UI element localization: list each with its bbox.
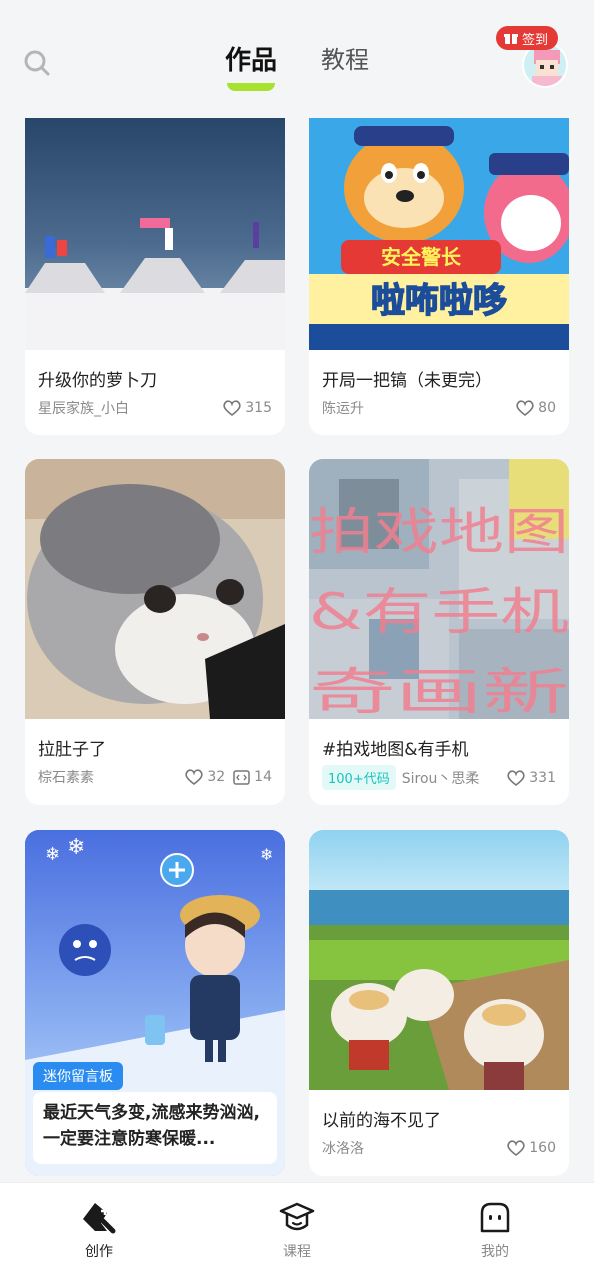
like-count[interactable]: 160 bbox=[507, 1140, 556, 1156]
author-name[interactable]: 星辰家族_小白 bbox=[38, 398, 129, 418]
banner-text: 最近天气多变,流感来势汹汹,一定要注意防寒保暖... bbox=[33, 1092, 277, 1164]
work-thumbnail bbox=[25, 459, 285, 719]
svg-text:❄: ❄ bbox=[260, 845, 273, 864]
tab-tutorials[interactable]: 教程 bbox=[319, 40, 371, 77]
like-count-value: 160 bbox=[529, 1140, 556, 1156]
heart-icon bbox=[185, 769, 204, 785]
like-count-value: 315 bbox=[245, 400, 272, 416]
like-count-value: 331 bbox=[529, 769, 556, 786]
code-count-value: 14 bbox=[254, 769, 272, 785]
sign-top-text: 安全警长 bbox=[381, 245, 462, 269]
work-thumbnail bbox=[25, 118, 285, 350]
work-title: 开局一把镐（未更完） bbox=[322, 371, 492, 391]
like-count[interactable]: 80 bbox=[516, 400, 556, 416]
heart-icon bbox=[507, 769, 525, 786]
work-meta: 星辰家族_小白 315 bbox=[38, 398, 272, 418]
svg-text:❄: ❄ bbox=[67, 835, 85, 860]
active-tab-indicator bbox=[226, 83, 275, 91]
code-icon bbox=[233, 769, 250, 785]
author-name[interactable]: 冰洛洛 bbox=[322, 1138, 364, 1158]
profile-icon bbox=[480, 1202, 510, 1233]
work-card[interactable]: 以前的海不见了 冰洛洛 160 bbox=[309, 830, 569, 1176]
author-name[interactable]: 陈运升 bbox=[322, 398, 364, 418]
work-meta: 100+代码 Sirou丶思柔 331 bbox=[322, 765, 556, 790]
heart-icon bbox=[516, 400, 534, 416]
work-card[interactable]: 升级你的萝卜刀 星辰家族_小白 315 bbox=[25, 118, 285, 435]
work-meta: 冰洛洛 160 bbox=[322, 1138, 556, 1158]
checkin-button[interactable]: 签到 bbox=[496, 26, 559, 50]
like-count[interactable]: 315 bbox=[223, 400, 272, 416]
author-name[interactable]: 棕石素素 bbox=[38, 767, 94, 787]
svg-text:❄: ❄ bbox=[45, 844, 60, 865]
like-count[interactable]: 331 bbox=[507, 770, 556, 786]
tab-tutorials-label: 教程 bbox=[321, 46, 369, 74]
code-count: 14 bbox=[233, 769, 272, 785]
work-meta: 棕石素素 32 14 bbox=[38, 767, 272, 787]
overlay-text-line1: 拍戏地图 bbox=[309, 503, 569, 561]
bottom-navigation: 创作 课程 我的 bbox=[0, 1182, 594, 1280]
heart-icon bbox=[223, 400, 241, 416]
like-count[interactable]: 32 bbox=[185, 769, 225, 785]
work-thumbnail: 拍戏地图 &有手机 奇画新 bbox=[309, 459, 569, 719]
nav-create-label: 创作 bbox=[85, 1244, 113, 1260]
like-count-value: 80 bbox=[538, 400, 556, 416]
message-board-banner[interactable]: ❄ ❄ ❄ 迷你留言板 最近天气多变,流感来势汹汹,一定要注意防寒保暖... bbox=[25, 830, 285, 1176]
gift-icon bbox=[504, 34, 518, 44]
work-title: #拍戏地图&有手机 bbox=[322, 740, 469, 760]
work-thumbnail: 安全警长 啦咘啦哆 bbox=[309, 118, 569, 350]
work-title: 以前的海不见了 bbox=[322, 1111, 441, 1131]
work-card[interactable]: 安全警长 啦咘啦哆 开局一把镐（未更完） 陈运升 80 bbox=[309, 118, 569, 435]
work-meta: 陈运升 80 bbox=[322, 398, 556, 418]
nav-courses[interactable]: 课程 bbox=[237, 1201, 357, 1280]
nav-profile-label: 我的 bbox=[481, 1244, 509, 1260]
nav-profile[interactable]: 我的 bbox=[435, 1201, 555, 1280]
like-count-value: 32 bbox=[207, 769, 226, 785]
sign-bottom-text: 啦咘啦哆 bbox=[371, 281, 507, 321]
work-title: 升级你的萝卜刀 bbox=[38, 371, 157, 391]
work-title: 拉肚子了 bbox=[38, 740, 106, 760]
code-tag: 100+代码 bbox=[322, 765, 396, 790]
overlay-text-line3: 奇画新 bbox=[309, 663, 569, 719]
create-icon bbox=[83, 1203, 116, 1234]
nav-courses-label: 课程 bbox=[283, 1244, 311, 1260]
overlay-text-line2: &有手机 bbox=[309, 583, 569, 641]
tab-works-label: 作品 bbox=[224, 46, 277, 76]
graduation-cap-icon bbox=[279, 1202, 315, 1231]
nav-create[interactable]: 创作 bbox=[39, 1201, 159, 1280]
work-thumbnail bbox=[309, 830, 569, 1090]
work-card[interactable]: 拉肚子了 棕石素素 32 14 bbox=[25, 459, 285, 805]
top-header: 作品 教程 签到 bbox=[0, 0, 594, 118]
heart-icon bbox=[507, 1140, 525, 1156]
author-name[interactable]: Sirou丶思柔 bbox=[402, 768, 480, 788]
work-card[interactable]: 拍戏地图 &有手机 奇画新 #拍戏地图&有手机 100+代码 Sirou丶思柔 … bbox=[309, 459, 569, 805]
checkin-label: 签到 bbox=[522, 32, 549, 48]
banner-tag: 迷你留言板 bbox=[33, 1062, 123, 1090]
tab-works[interactable]: 作品 bbox=[223, 40, 279, 91]
